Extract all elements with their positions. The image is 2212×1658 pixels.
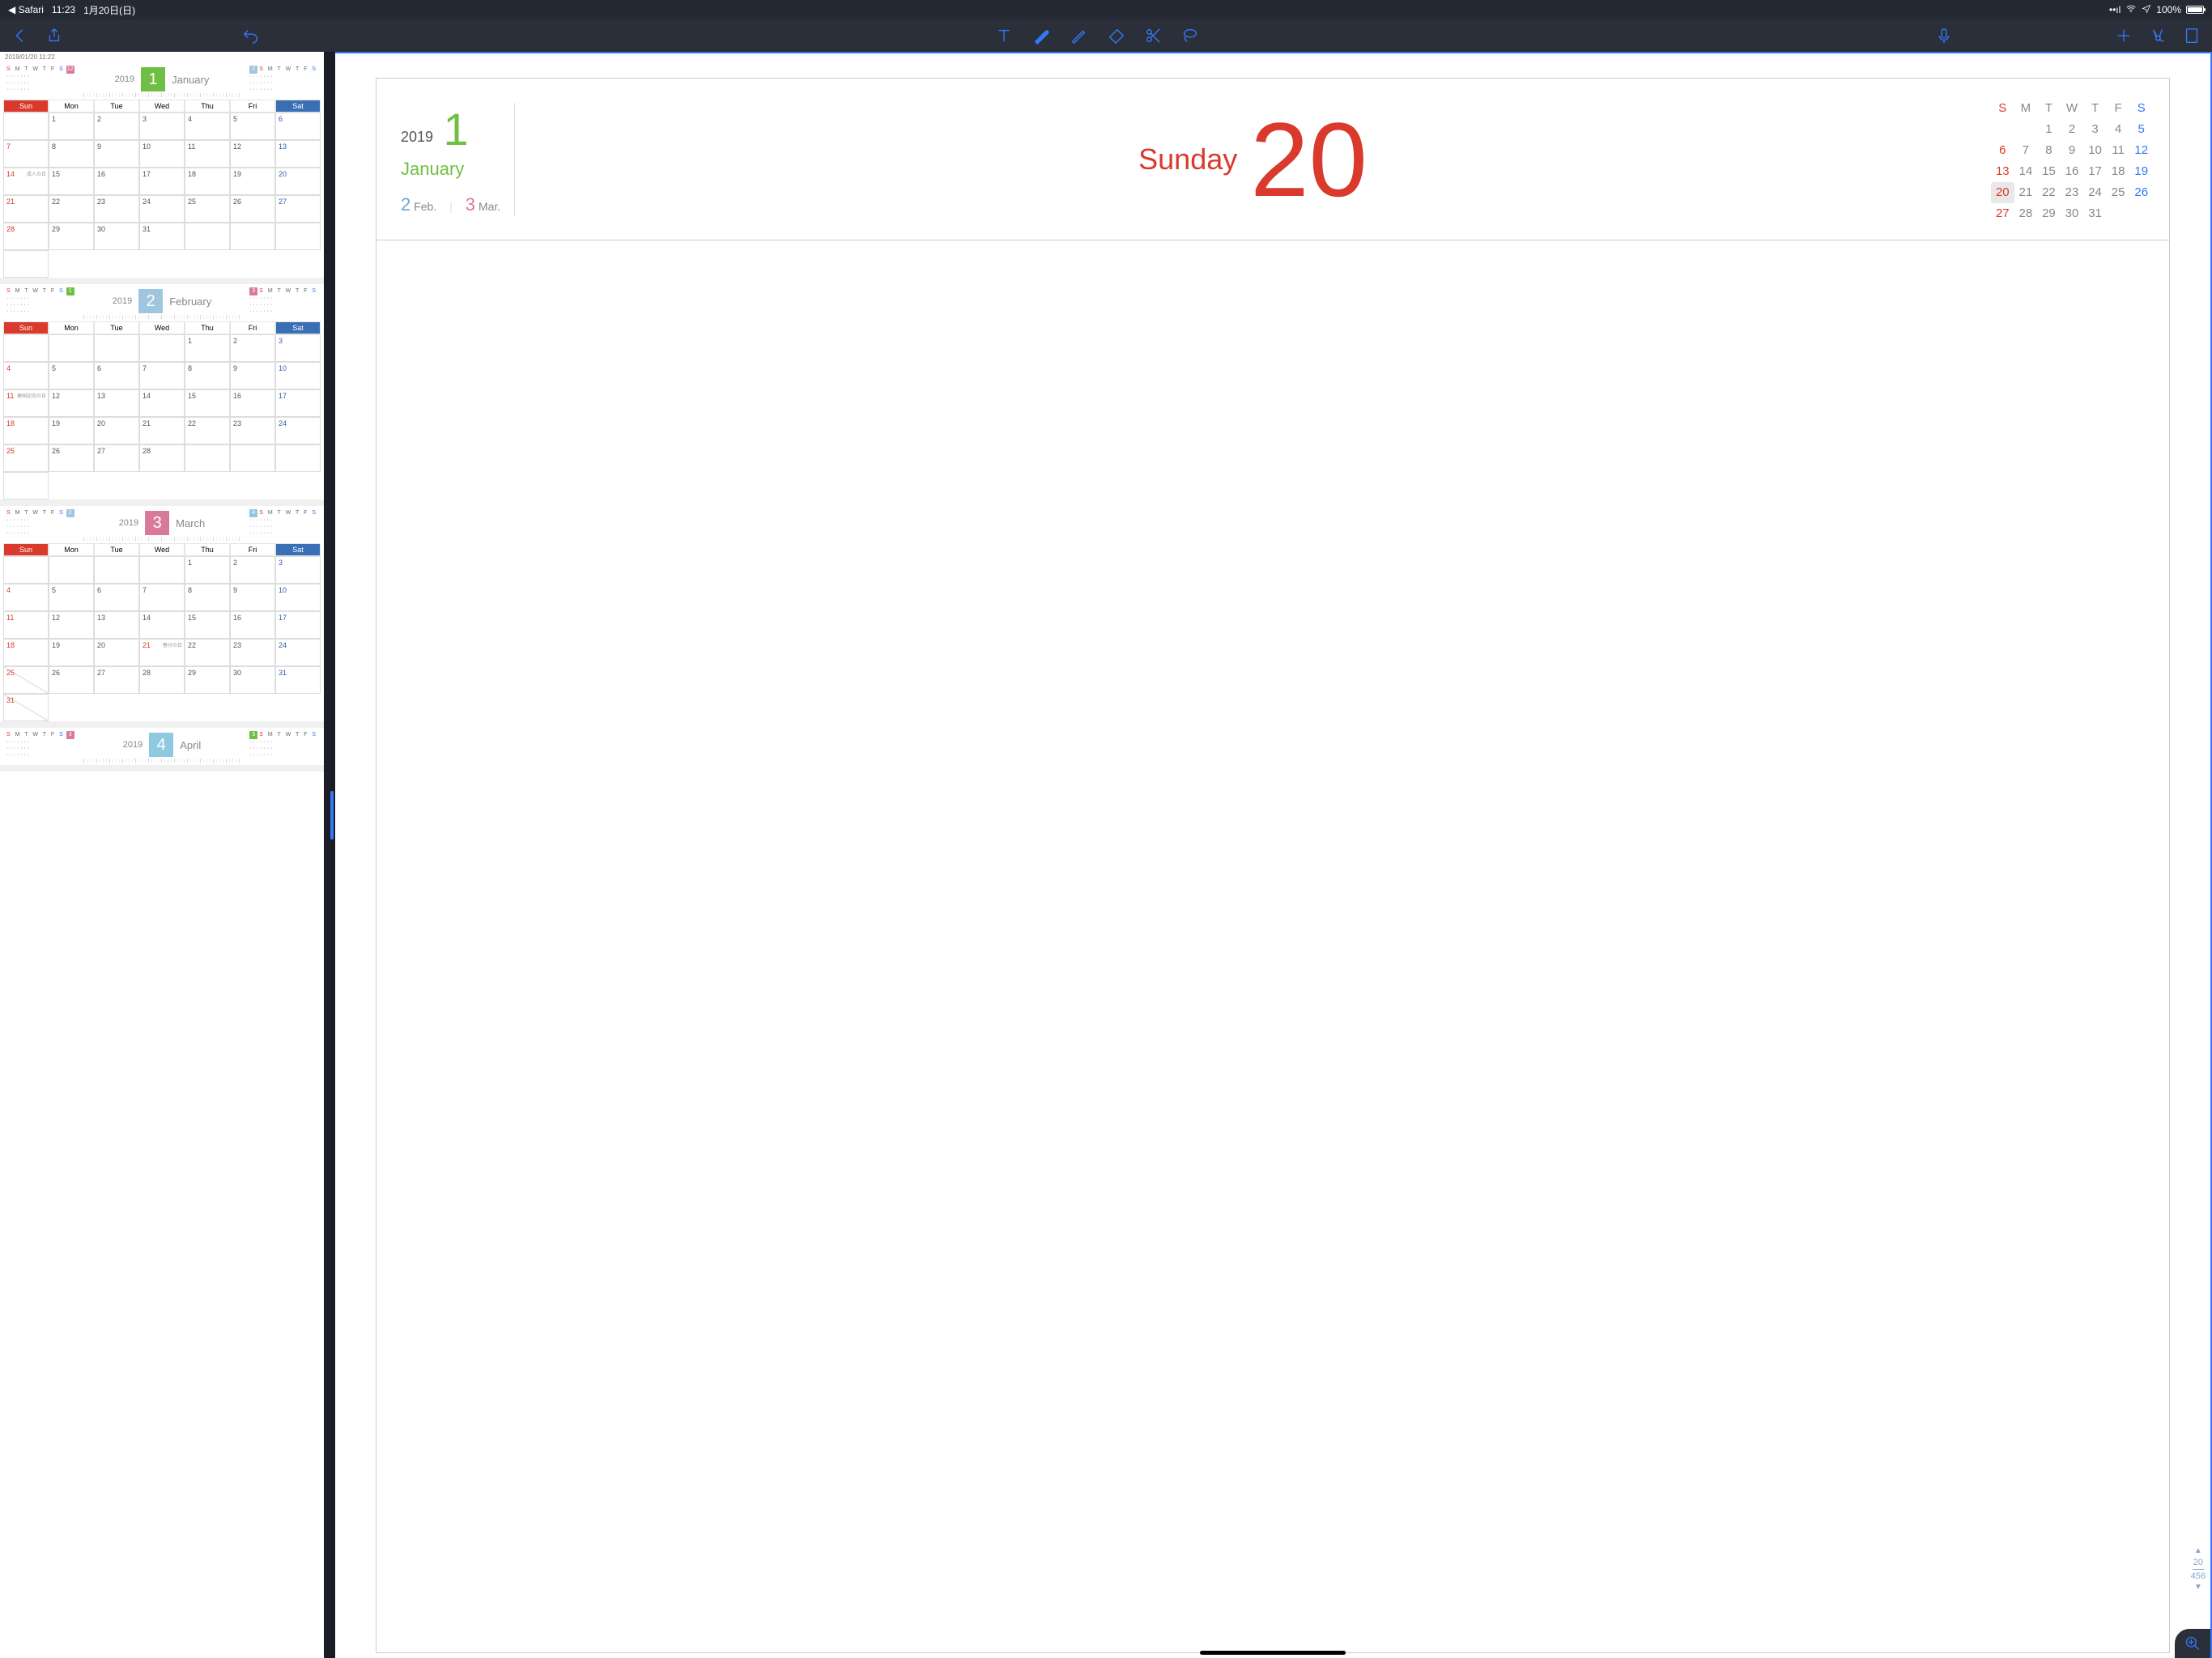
status-date: 1月20日(日): [83, 3, 135, 17]
page-up-icon[interactable]: ▲: [2191, 1545, 2206, 1557]
add-button[interactable]: [2115, 27, 2133, 45]
pages-button[interactable]: [2183, 27, 2201, 45]
page-navigator[interactable]: ▲ 20 456 ▼: [2191, 1545, 2206, 1593]
sidebar-month-thumbnails[interactable]: 2019/01/20 11:22 S M T W T F S 12· · · ·…: [0, 52, 324, 1658]
lasso-tool[interactable]: [1181, 27, 1199, 45]
month-thumbnail[interactable]: S M T W T F S 12· · · · · · ·· · · · · ·…: [0, 62, 324, 284]
signal-icon: ••ıl: [2109, 4, 2121, 15]
back-button[interactable]: [11, 27, 29, 45]
status-bar: ◀ Safari 11:23 1月20日(日) ••ıl 100%: [0, 0, 2212, 19]
zoom-button[interactable]: [2175, 1629, 2210, 1658]
month-thumbnail[interactable]: S M T W T F S 2· · · · · · ·· · · · · · …: [0, 506, 324, 728]
home-indicator[interactable]: [1200, 1651, 1346, 1655]
app-toolbar: [0, 19, 2212, 52]
header-mini-calendar[interactable]: SMTWTFS 12345678910111213141516171819202…: [1991, 98, 2153, 224]
page-area[interactable]: 2019 1 January 2 Feb. | 3 Mar. Sunday 20: [335, 52, 2212, 1658]
page-down-icon[interactable]: ▼: [2191, 1582, 2206, 1593]
planner-page: 2019 1 January 2 Feb. | 3 Mar. Sunday 20: [376, 78, 2170, 1653]
next-months-links[interactable]: 2 Feb. | 3 Mar.: [401, 194, 506, 215]
location-icon: [2142, 4, 2151, 16]
total-pages: 456: [2191, 1571, 2206, 1582]
page-month-name: January: [401, 159, 506, 180]
current-page-number: 20: [2191, 1557, 2206, 1568]
microphone-button[interactable]: [1935, 27, 1953, 45]
main-split: 2019/01/20 11:22 S M T W T F S 12· · · ·…: [0, 52, 2212, 1658]
month-thumbnail[interactable]: S M T W T F S 3· · · · · · ·· · · · · · …: [0, 728, 324, 772]
settings-button[interactable]: [2149, 27, 2167, 45]
scroll-indicator[interactable]: [330, 791, 334, 840]
page-day-number: 20: [1250, 107, 1368, 212]
wifi-icon: [2125, 3, 2137, 17]
marker-tool[interactable]: [1032, 27, 1050, 45]
back-to-app[interactable]: ◀ Safari: [8, 4, 44, 15]
share-button[interactable]: [45, 27, 63, 45]
page-month-number: 1: [444, 103, 469, 155]
month-thumbnail[interactable]: S M T W T F S 1· · · · · · ·· · · · · · …: [0, 284, 324, 506]
scissors-tool[interactable]: [1144, 27, 1162, 45]
sidebar-timestamp: 2019/01/20 11:22: [0, 52, 324, 62]
status-time: 11:23: [52, 4, 75, 15]
page-year: 2019: [401, 129, 433, 145]
battery-icon: [2186, 6, 2204, 14]
split-divider[interactable]: [324, 52, 335, 1658]
eraser-tool[interactable]: [1107, 27, 1125, 45]
text-tool[interactable]: [995, 27, 1013, 45]
page-day-name: Sunday: [1138, 142, 1237, 176]
undo-button[interactable]: [241, 27, 259, 45]
pen-tool[interactable]: [1070, 27, 1087, 45]
page-header: 2019 1 January 2 Feb. | 3 Mar. Sunday 20: [376, 79, 2169, 240]
battery-pct: 100%: [2156, 4, 2181, 15]
